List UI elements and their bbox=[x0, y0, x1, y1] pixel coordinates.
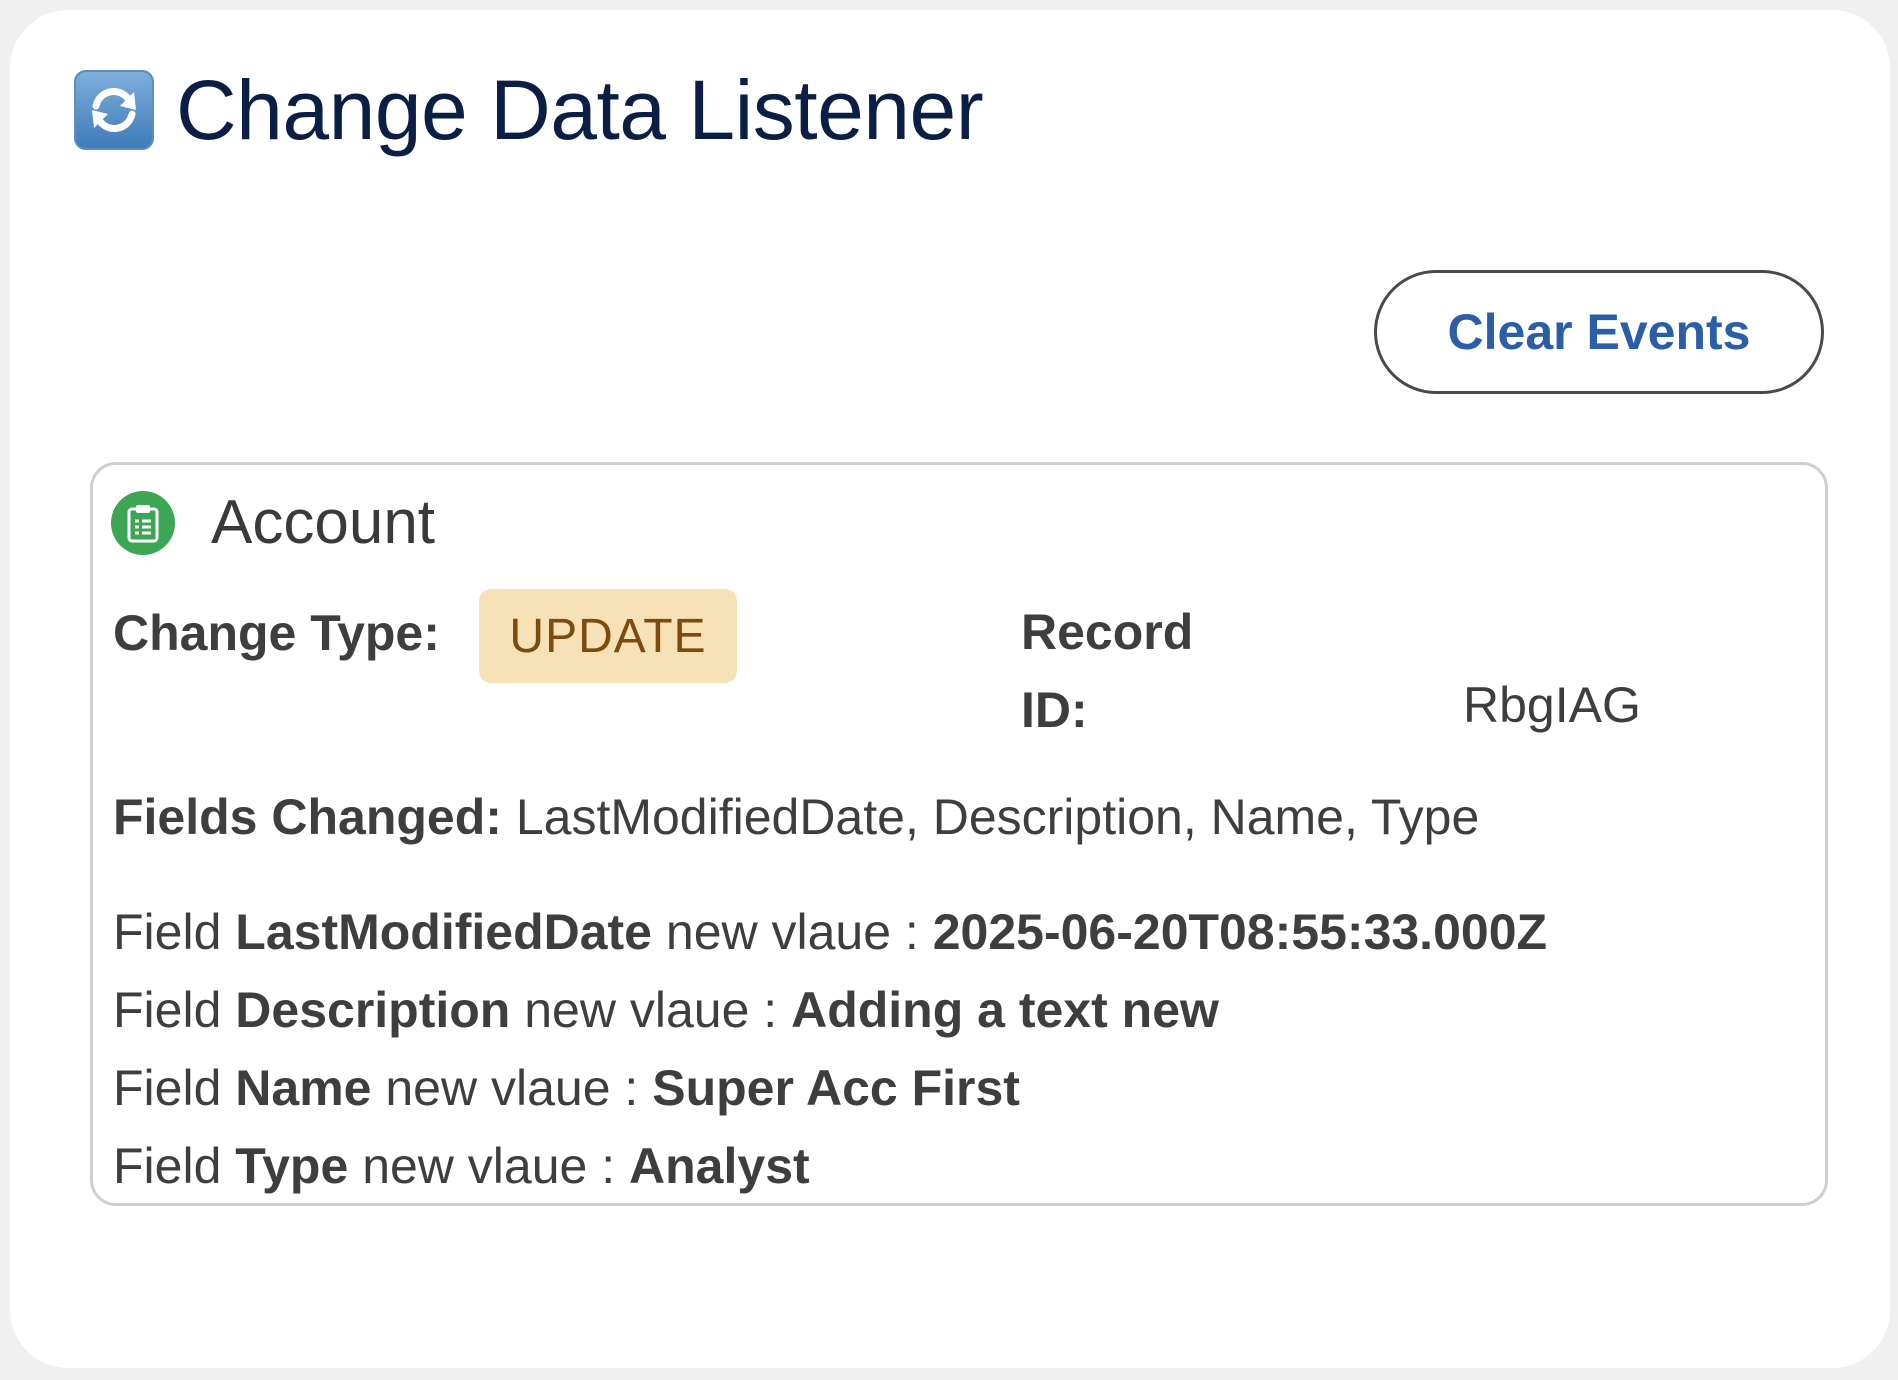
fields-changed-label: Fields Changed: bbox=[113, 789, 502, 845]
field-value-line: Field Description new vlaue : Adding a t… bbox=[113, 971, 1547, 1049]
refresh-icon bbox=[74, 70, 154, 150]
record-id-label: Record ID: bbox=[1021, 604, 1194, 738]
object-name: Account bbox=[211, 488, 436, 557]
field-name: Type bbox=[235, 1138, 349, 1194]
field-value: Super Acc First bbox=[652, 1060, 1020, 1116]
clear-events-button[interactable]: Clear Events bbox=[1374, 270, 1824, 394]
field-prefix: Field bbox=[113, 982, 222, 1038]
field-mid: new vlaue : bbox=[665, 904, 919, 960]
change-type-badge: UPDATE bbox=[479, 589, 737, 683]
field-value-list: Field LastModifiedDate new vlaue : 2025-… bbox=[113, 893, 1547, 1205]
field-prefix: Field bbox=[113, 904, 222, 960]
field-name: LastModifiedDate bbox=[235, 904, 652, 960]
fields-changed-list: LastModifiedDate, Description, Name, Typ… bbox=[515, 789, 1480, 845]
event-item: Account Change Type: UPDATE Record ID: R… bbox=[90, 462, 1828, 1206]
field-mid: new vlaue : bbox=[524, 982, 778, 1038]
field-mid: new vlaue : bbox=[385, 1060, 639, 1116]
field-value-line: Field Name new vlaue : Super Acc First bbox=[113, 1049, 1547, 1127]
change-data-listener-card: Change Data Listener Clear Events Accoun… bbox=[10, 10, 1890, 1368]
field-name: Name bbox=[235, 1060, 372, 1116]
field-value: Analyst bbox=[629, 1138, 810, 1194]
field-value: 2025-06-20T08:55:33.000Z bbox=[932, 904, 1548, 960]
field-value-line: Field Type new vlaue : Analyst bbox=[113, 1127, 1547, 1205]
field-prefix: Field bbox=[113, 1060, 222, 1116]
record-id-value: RbgIAG bbox=[1463, 677, 1641, 733]
field-value: Adding a text new bbox=[791, 982, 1219, 1038]
field-prefix: Field bbox=[113, 1138, 222, 1194]
card-header: Change Data Listener bbox=[74, 63, 984, 157]
change-type-label: Change Type: bbox=[113, 605, 440, 661]
field-mid: new vlaue : bbox=[362, 1138, 616, 1194]
card-title: Change Data Listener bbox=[176, 63, 984, 157]
clipboard-icon bbox=[111, 491, 175, 555]
field-value-line: Field LastModifiedDate new vlaue : 2025-… bbox=[113, 893, 1547, 971]
fields-changed: Fields Changed: LastModifiedDate, Descri… bbox=[113, 787, 1479, 847]
field-name: Description bbox=[235, 982, 511, 1038]
